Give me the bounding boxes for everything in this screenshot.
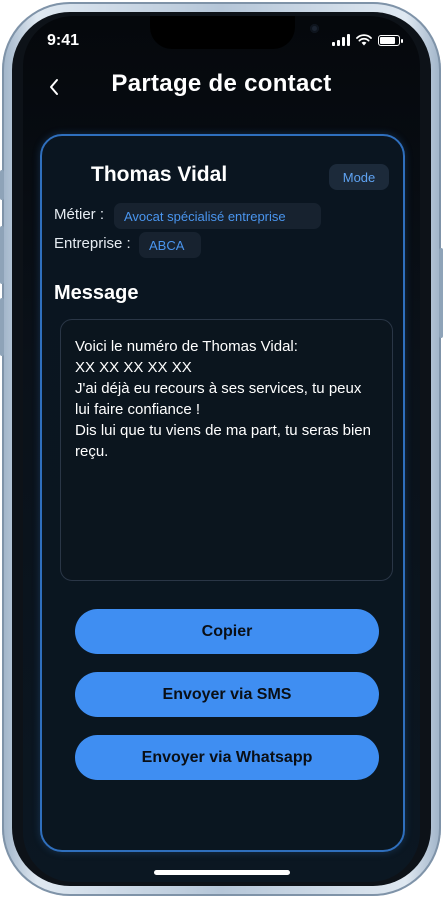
- send-whatsapp-button[interactable]: Envoyer via Whatsapp: [75, 735, 379, 780]
- status-time: 9:41: [47, 32, 80, 49]
- job-value: Avocat spécialisé entreprise: [114, 203, 321, 229]
- copy-button[interactable]: Copier: [75, 609, 379, 654]
- message-textarea[interactable]: Voici le numéro de Thomas Vidal: XX XX X…: [60, 319, 393, 581]
- battery-level: [380, 36, 395, 44]
- contact-name: Thomas Vidal: [91, 163, 228, 186]
- volume-down-button: [0, 298, 4, 356]
- company-value: ABCA: [139, 232, 201, 258]
- volume-up-button: [0, 226, 4, 284]
- camera-icon: [310, 24, 319, 33]
- company-label: Entreprise :: [54, 235, 131, 252]
- status-icons: [332, 34, 403, 46]
- battery-icon: [378, 34, 403, 46]
- silent-switch: [0, 170, 4, 200]
- wifi-icon: [356, 34, 372, 46]
- page-title: Partage de contact: [111, 70, 332, 97]
- power-button: [439, 248, 443, 338]
- cellular-signal-icon: [332, 34, 350, 46]
- notch: [150, 16, 319, 49]
- message-title: Message: [54, 282, 139, 304]
- job-label: Métier :: [54, 206, 105, 223]
- home-indicator: [154, 870, 290, 875]
- screen: 9:41 Partage de contact Thomas Vidal Mod…: [23, 16, 420, 882]
- send-sms-button[interactable]: Envoyer via SMS: [75, 672, 379, 717]
- mode-button[interactable]: Mode: [329, 164, 389, 190]
